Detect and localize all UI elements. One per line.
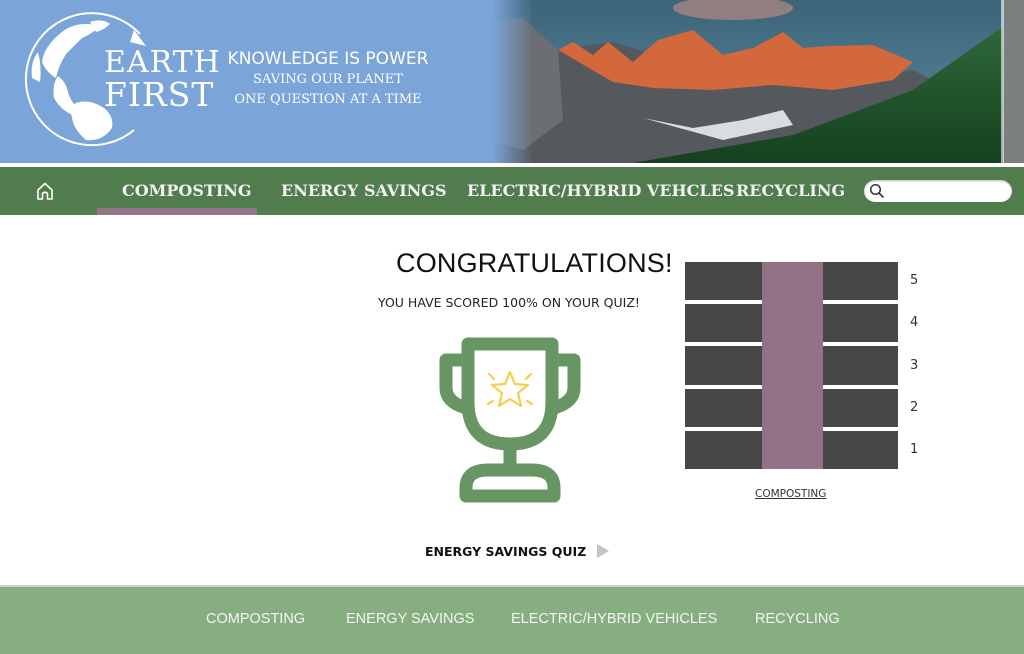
site-header: EARTH FIRST KNOWLEDGE IS POWER SAVING OU… xyxy=(0,0,1024,163)
score-message: YOU HAVE SCORED 100% ON YOUR QUIZ! xyxy=(378,295,640,310)
tagline-line-2: SAVING OUR PLANET xyxy=(253,72,403,87)
home-icon[interactable] xyxy=(34,180,56,202)
composting-progress-meter xyxy=(685,262,898,469)
nav-item-electric-hybrid-vehicles[interactable]: ELECTRIC/HYBRID VEHCLES xyxy=(467,180,734,202)
tagline: KNOWLEDGE IS POWER SAVING OUR PLANET ONE… xyxy=(215,48,441,110)
progress-fill xyxy=(762,262,823,469)
progress-level-label: 5 xyxy=(910,273,919,289)
next-quiz-label: ENERGY SAVINGS QUIZ xyxy=(425,543,587,559)
footer-link-energy-savings[interactable]: ENERGY SAVINGS xyxy=(346,611,474,627)
hero-landscape-image xyxy=(493,0,1024,163)
next-quiz-link[interactable]: ENERGY SAVINGS QUIZ xyxy=(425,543,610,559)
logo-line-2: FIRST xyxy=(104,75,215,114)
play-arrow-icon xyxy=(597,544,610,558)
progress-caption[interactable]: COMPOSTING xyxy=(755,488,826,500)
nav-item-composting[interactable]: COMPOSTING xyxy=(122,180,252,202)
progress-level-label: 3 xyxy=(910,357,919,373)
logo-line-1: EARTH xyxy=(104,45,221,80)
footer-link-electric-hybrid-vehicles[interactable]: ELECTRIC/HYBRID VEHICLES xyxy=(511,611,717,627)
nav-item-recycling[interactable]: RECYCLING xyxy=(736,180,845,202)
search-box[interactable] xyxy=(864,180,1012,202)
progress-level-label: 2 xyxy=(910,399,919,415)
footer-link-recycling[interactable]: RECYCLING xyxy=(755,611,840,627)
tagline-title: KNOWLEDGE IS POWER xyxy=(227,49,429,69)
logo-text: EARTH FIRST xyxy=(104,48,221,112)
progress-level-label: 1 xyxy=(910,441,919,457)
nav-item-energy-savings[interactable]: ENERGY SAVINGS xyxy=(281,180,447,202)
congratulations-heading: CONGRATULATIONS! xyxy=(396,248,673,278)
star-icon xyxy=(486,370,534,408)
progress-level-label: 4 xyxy=(910,315,919,331)
tagline-line-3: ONE QUESTION AT A TIME xyxy=(234,92,422,107)
site-logo[interactable]: EARTH FIRST xyxy=(22,12,220,152)
search-icon xyxy=(869,183,884,198)
footer-link-composting[interactable]: COMPOSTING xyxy=(206,611,305,627)
main-nav: COMPOSTING ENERGY SAVINGS ELECTRIC/HYBRI… xyxy=(0,167,1024,215)
active-tab-indicator xyxy=(97,208,257,215)
site-footer: COMPOSTING ENERGY SAVINGS ELECTRIC/HYBRI… xyxy=(0,587,1024,654)
search-input[interactable] xyxy=(888,182,1006,200)
trophy-icon xyxy=(439,337,581,503)
